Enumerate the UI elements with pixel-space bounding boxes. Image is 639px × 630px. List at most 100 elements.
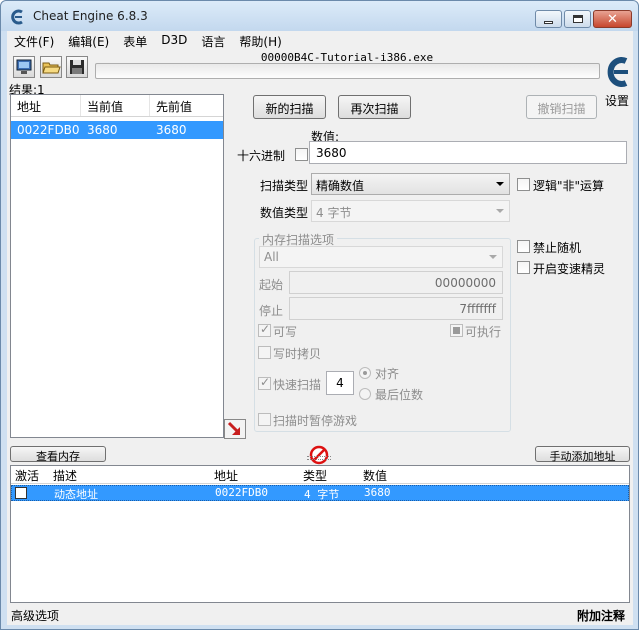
minimize-icon	[544, 20, 553, 24]
not-logic-label: 逻辑"非"运算	[533, 179, 605, 193]
check-icon: ✓	[260, 322, 271, 336]
undo-scan-button[interactable]: 撤销扫描	[526, 95, 597, 119]
found-addresses-list[interactable]: 地址 当前值 先前值 0022FDB0 3680 3680	[10, 94, 224, 438]
main-window: Cheat Engine 6.8.3 ✕ 文件(F) 编辑(E) 表单 D3D …	[0, 0, 639, 630]
found-list-header: 地址 当前值 先前值	[11, 95, 223, 117]
save-disk-icon	[70, 60, 84, 74]
copy-on-write-checkbox[interactable]	[258, 346, 271, 359]
value-type-label: 数值类型	[260, 206, 309, 220]
align-label: 对齐	[375, 367, 400, 381]
menu-bar: 文件(F) 编辑(E) 表单 D3D 语言 帮助(H)	[7, 31, 633, 50]
executable-checkbox[interactable]	[450, 324, 463, 337]
fast-scan-checkbox[interactable]: ✓	[258, 375, 271, 390]
hex-label: 十六进制	[237, 149, 286, 163]
stop-address-label: 停止	[259, 304, 284, 318]
disable-random-checkbox[interactable]	[517, 240, 530, 253]
row-previous-value: 3680	[156, 123, 187, 137]
menu-help[interactable]: 帮助(H)	[232, 31, 288, 50]
active-cell	[12, 486, 50, 500]
speedhack-checkbox[interactable]	[517, 261, 530, 274]
client-area: 文件(F) 编辑(E) 表单 D3D 语言 帮助(H) 00000B4C-Tut…	[7, 31, 633, 625]
save-button[interactable]	[66, 56, 88, 78]
menu-file[interactable]: 文件(F)	[7, 31, 61, 50]
close-icon: ✕	[607, 11, 618, 27]
address-table-row[interactable]: 动态地址 0022FDB0 4 字节 3680	[11, 485, 629, 501]
writable-checkbox[interactable]: ✓	[258, 322, 271, 337]
active-checkbox[interactable]	[15, 487, 27, 499]
pause-game-label: 扫描时暂停游戏	[273, 414, 358, 428]
column-value[interactable]: 数值	[359, 466, 459, 483]
address-table[interactable]: 激活 描述 地址 类型 数值 动态地址 0022FDB0 4 字节 3680	[10, 465, 630, 603]
open-folder-icon	[42, 62, 61, 74]
new-scan-button[interactable]: 新的扫描	[253, 95, 326, 119]
last-digits-label: 最后位数	[375, 388, 424, 402]
menu-edit[interactable]: 编辑(E)	[61, 31, 116, 50]
stop-icon[interactable]	[309, 445, 329, 465]
column-address[interactable]: 地址	[210, 466, 299, 483]
select-process-button[interactable]	[13, 56, 35, 78]
last-digits-radio[interactable]	[359, 388, 371, 400]
memory-region-select[interactable]: All	[259, 246, 503, 268]
start-address-input[interactable]: 00000000	[289, 271, 503, 294]
column-active[interactable]: 激活	[11, 466, 49, 483]
scan-type-select[interactable]: 精确数值	[311, 173, 510, 195]
scan-progress-bar	[95, 63, 600, 79]
hex-checkbox[interactable]	[295, 148, 308, 161]
check-icon: ✓	[260, 375, 271, 389]
row-current-value: 3680	[87, 123, 118, 137]
cheat-engine-logo-icon[interactable]	[604, 53, 632, 91]
column-type[interactable]: 类型	[299, 466, 359, 483]
cheat-engine-icon	[11, 9, 23, 25]
close-button[interactable]: ✕	[593, 10, 632, 28]
row-value[interactable]: 3680	[360, 486, 460, 500]
indeterminate-icon	[453, 327, 460, 334]
memory-view-button[interactable]: 查看内存	[10, 446, 106, 463]
settings-label[interactable]: 设置	[605, 92, 629, 109]
chevron-down-icon	[496, 182, 504, 186]
column-description[interactable]: 描述	[49, 466, 210, 483]
maximize-icon	[572, 15, 583, 23]
value-type-value: 4 字节	[316, 206, 352, 220]
disable-random-label: 禁止随机	[533, 241, 582, 255]
open-file-button[interactable]	[40, 56, 62, 78]
add-address-manually-button[interactable]: 手动添加地址	[535, 446, 630, 463]
window-title: Cheat Engine 6.8.3	[33, 9, 148, 23]
arrow-down-right-icon	[227, 421, 241, 435]
add-to-list-button[interactable]	[224, 419, 246, 439]
radio-dot-icon	[363, 371, 367, 375]
row-description[interactable]: 动态地址	[50, 486, 211, 501]
found-list-row[interactable]: 0022FDB0 3680 3680	[11, 121, 223, 139]
row-type[interactable]: 4 字节	[300, 486, 360, 501]
row-address: 0022FDB0	[17, 123, 80, 137]
column-current-value[interactable]: 当前值	[81, 95, 150, 116]
column-address[interactable]: 地址	[11, 95, 81, 116]
stop-address-input[interactable]: 7fffffff	[289, 297, 503, 320]
title-bar: Cheat Engine 6.8.3 ✕	[1, 1, 638, 31]
column-previous-value[interactable]: 先前值	[150, 95, 223, 116]
row-address[interactable]: 0022FDB0	[211, 486, 300, 500]
scan-type-value: 精确数值	[316, 179, 365, 193]
speedhack-label: 开启变速精灵	[533, 262, 606, 276]
menu-d3d[interactable]: D3D	[154, 31, 194, 50]
pause-game-checkbox[interactable]	[258, 413, 271, 426]
next-scan-button[interactable]: 再次扫描	[338, 95, 411, 119]
writable-label: 可写	[273, 325, 298, 339]
splitter-grip[interactable]	[307, 456, 331, 460]
memory-region-value: All	[264, 250, 279, 264]
executable-label: 可执行	[465, 325, 502, 339]
advanced-options[interactable]: 高级选项	[11, 607, 59, 624]
chevron-down-icon	[496, 209, 504, 213]
menu-language[interactable]: 语言	[194, 31, 232, 50]
table-extras[interactable]: 附加注释	[577, 607, 625, 624]
align-radio[interactable]	[359, 367, 371, 379]
chevron-down-icon	[489, 255, 497, 259]
start-address-label: 起始	[259, 278, 284, 292]
maximize-button[interactable]	[564, 10, 591, 28]
menu-table[interactable]: 表单	[116, 31, 154, 50]
minimize-button[interactable]	[535, 10, 562, 28]
value-type-select[interactable]: 4 字节	[311, 200, 510, 222]
scan-type-label: 扫描类型	[260, 179, 309, 193]
fast-scan-alignment-input[interactable]: 4	[326, 371, 354, 395]
value-input[interactable]: 3680	[309, 141, 627, 164]
not-logic-checkbox[interactable]	[517, 178, 530, 191]
